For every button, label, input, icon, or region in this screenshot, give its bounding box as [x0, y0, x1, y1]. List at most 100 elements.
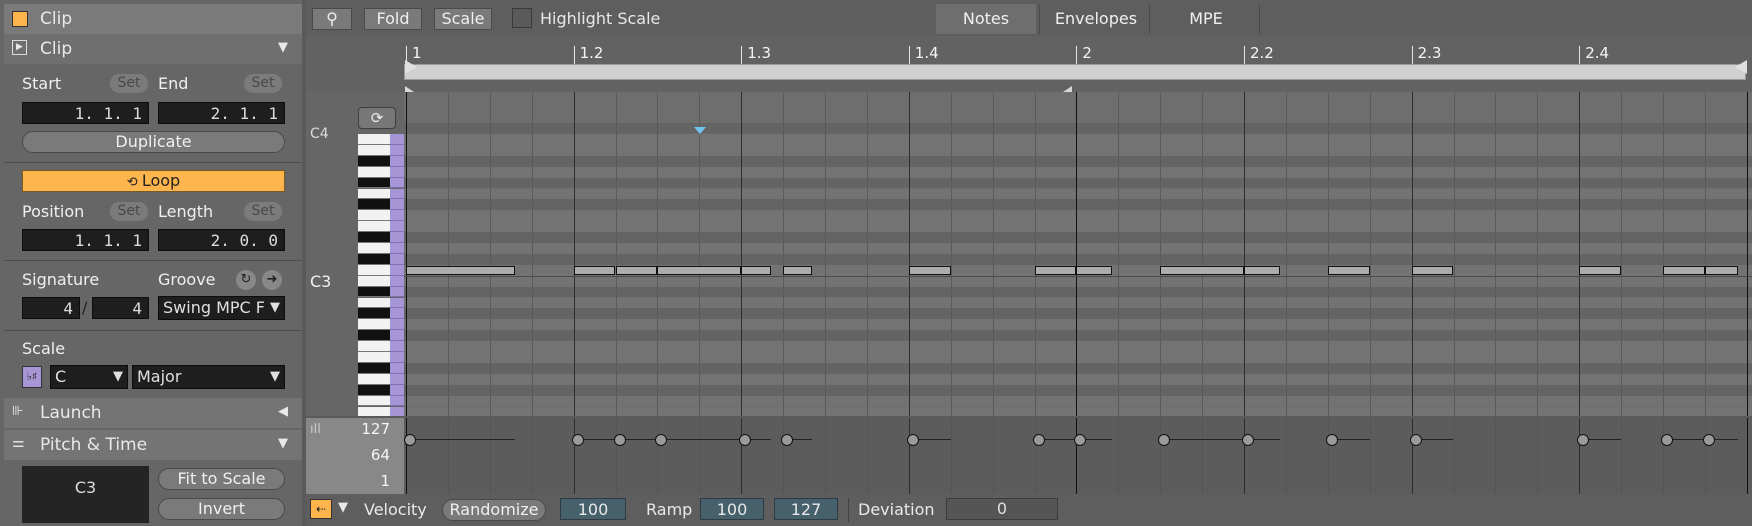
loop-toggle-icon[interactable]: ⟳ [358, 107, 396, 129]
deviation-field[interactable]: 0 [946, 498, 1058, 520]
groove-dropdown[interactable]: Swing MPC F ▼ [158, 296, 285, 320]
invert-button[interactable]: Invert [158, 498, 285, 520]
loop-brace[interactable] [404, 64, 1746, 80]
fold-button[interactable]: Fold [364, 8, 422, 30]
fit-to-scale-button[interactable]: Fit to Scale [158, 468, 285, 490]
ramp-from-field[interactable]: 100 [700, 498, 764, 520]
black-key[interactable] [358, 308, 390, 320]
chevron-down-icon[interactable]: ▼ [278, 40, 288, 55]
chevron-down-icon[interactable]: ▼ [278, 436, 288, 451]
velocity-lane[interactable] [306, 418, 1752, 494]
note[interactable] [1160, 265, 1244, 275]
start-field[interactable]: 1. 1. 1 [22, 102, 149, 124]
note[interactable] [1034, 265, 1077, 275]
velocity-handle[interactable] [1702, 434, 1715, 446]
velocity-handle[interactable] [1074, 434, 1087, 446]
end-set-button[interactable]: Set [244, 74, 282, 93]
white-key[interactable] [358, 395, 390, 407]
black-key[interactable] [358, 362, 390, 374]
white-key[interactable] [358, 341, 390, 352]
piano-keyboard[interactable] [358, 134, 404, 416]
velocity-handle[interactable] [1158, 434, 1171, 446]
groove-commit-icon[interactable]: ➜ [262, 270, 282, 290]
length-field[interactable]: 2. 0. 0 [158, 229, 285, 251]
groove-hot-swap-icon[interactable]: ↻ [236, 270, 256, 290]
black-key[interactable] [358, 155, 390, 167]
search-button[interactable]: ⚲ [312, 8, 352, 30]
velocity-handle[interactable] [1325, 434, 1338, 446]
highlight-scale-checkbox[interactable] [512, 8, 532, 28]
tab-mpe[interactable]: MPE [1156, 4, 1256, 34]
velocity-handle[interactable] [781, 434, 794, 446]
note[interactable] [783, 265, 813, 275]
note[interactable] [908, 265, 951, 275]
note[interactable] [573, 265, 616, 275]
white-key[interactable] [358, 221, 390, 233]
randomize-button[interactable]: Randomize [442, 499, 546, 521]
clip-section-header[interactable]: ▶ Clip ▼ [4, 34, 302, 64]
velocity-handle[interactable] [739, 434, 752, 446]
position-field[interactable]: 1. 1. 1 [22, 229, 149, 251]
scale-root-dropdown[interactable]: C ▼ [50, 365, 128, 389]
clip-play-icon[interactable]: ▶ [12, 40, 27, 55]
note[interactable] [741, 265, 771, 275]
chevron-down-icon[interactable]: ▼ [338, 500, 348, 515]
clip-title-bar[interactable]: Clip [4, 4, 302, 34]
note[interactable] [1411, 265, 1454, 275]
velocity-handle[interactable] [1661, 434, 1673, 446]
clip-color-swatch[interactable] [12, 11, 28, 27]
note[interactable] [657, 265, 742, 275]
white-key[interactable] [358, 373, 390, 385]
velocity-handle[interactable] [1242, 434, 1254, 446]
white-key[interactable] [358, 352, 390, 363]
transpose-note-display[interactable]: C3 [22, 466, 149, 523]
white-key[interactable] [358, 264, 390, 276]
loop-start-marker-icon[interactable] [405, 60, 417, 74]
note[interactable] [406, 265, 515, 275]
note[interactable] [615, 265, 658, 275]
loop-button[interactable]: ⟲ Loop [22, 170, 285, 192]
velocity-handle[interactable] [1409, 434, 1422, 446]
tab-envelopes[interactable]: Envelopes [1046, 4, 1146, 34]
white-key[interactable] [358, 319, 390, 331]
velocity-handle[interactable] [404, 434, 416, 446]
white-key[interactable] [358, 144, 390, 156]
note[interactable] [1579, 265, 1622, 275]
note[interactable] [1704, 265, 1739, 275]
white-key[interactable] [358, 210, 390, 222]
white-key[interactable] [358, 134, 390, 145]
velocity-handle[interactable] [571, 434, 584, 446]
scale-mode-dropdown[interactable]: Major ▼ [132, 365, 285, 389]
scale-mode-icon[interactable]: ♭♯ [22, 366, 42, 388]
note[interactable] [1244, 265, 1280, 275]
note[interactable] [1327, 265, 1370, 275]
black-key[interactable] [358, 286, 390, 298]
velocity-handle[interactable] [906, 434, 919, 446]
white-key[interactable] [358, 166, 390, 178]
note[interactable] [1076, 265, 1112, 275]
white-key[interactable] [358, 275, 390, 287]
white-key[interactable] [358, 406, 390, 416]
duplicate-button[interactable]: Duplicate [22, 131, 285, 153]
white-key[interactable] [358, 243, 390, 254]
black-key[interactable] [358, 177, 390, 189]
velocity-handle[interactable] [1032, 434, 1045, 446]
length-set-button[interactable]: Set [244, 202, 282, 221]
black-key[interactable] [358, 330, 390, 342]
start-set-button[interactable]: Set [110, 74, 148, 93]
loop-end-marker-icon[interactable] [1735, 60, 1747, 74]
draw-mode-icon[interactable]: ⇠ [310, 499, 332, 519]
velocity-handle[interactable] [613, 434, 626, 446]
launch-section-header[interactable]: ⊪ Launch ◀ [4, 398, 302, 428]
black-key[interactable] [358, 199, 390, 211]
end-field[interactable]: 2. 1. 1 [158, 102, 285, 124]
black-key[interactable] [358, 232, 390, 243]
ramp-to-field[interactable]: 127 [774, 498, 838, 520]
black-key[interactable] [358, 384, 390, 396]
white-key[interactable] [358, 297, 390, 309]
scale-toggle-button[interactable]: Scale [434, 8, 492, 30]
velocity-handle[interactable] [655, 434, 668, 446]
note[interactable] [1663, 265, 1705, 275]
signature-denominator-field[interactable]: 4 [92, 297, 149, 319]
signature-numerator-field[interactable]: 4 [22, 297, 80, 319]
